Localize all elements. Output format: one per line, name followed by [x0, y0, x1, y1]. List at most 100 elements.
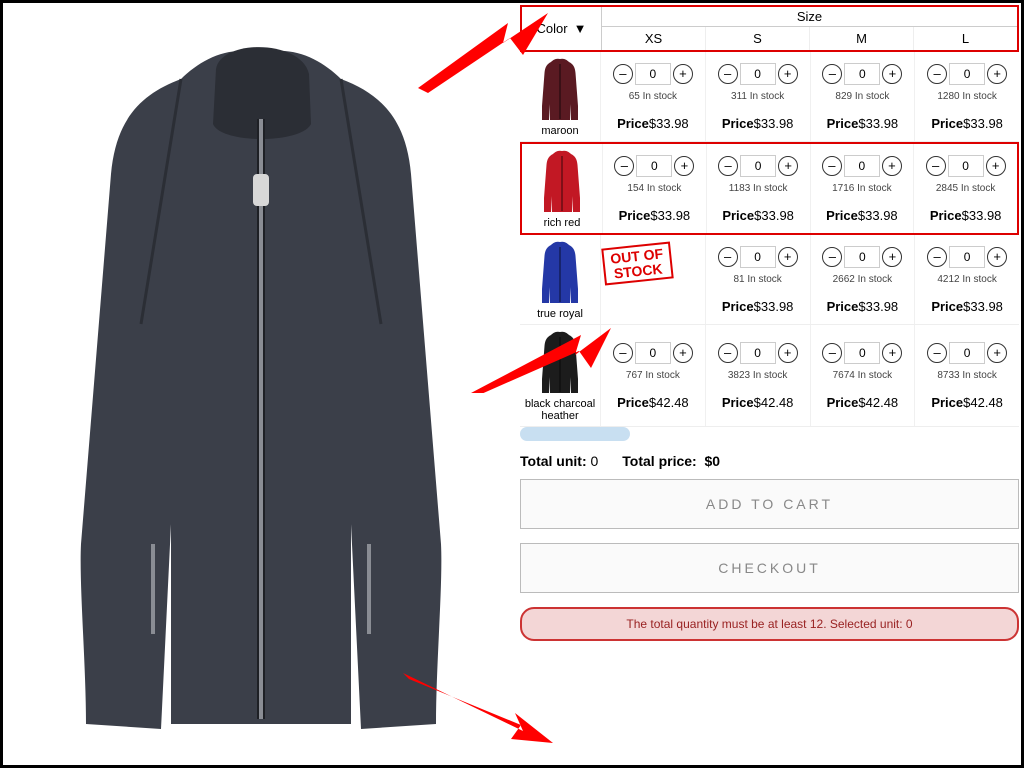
checkout-button[interactable]: CHECKOUT: [520, 543, 1019, 593]
increment-button[interactable]: +: [778, 343, 798, 363]
price-label: Price$33.98: [722, 116, 794, 131]
quantity-stepper: –+: [822, 342, 902, 364]
totals-row: Total unit: 0 Total price: $0: [520, 443, 1019, 479]
price-label: Price$42.48: [617, 395, 689, 410]
increment-button[interactable]: +: [987, 247, 1007, 267]
annotation-arrow-header: [418, 13, 548, 93]
increment-button[interactable]: +: [882, 64, 902, 84]
color-cell: rich red: [522, 144, 602, 233]
decrement-button[interactable]: –: [822, 247, 842, 267]
decrement-button[interactable]: –: [718, 156, 738, 176]
price-label: Price$33.98: [931, 299, 1003, 314]
increment-button[interactable]: +: [882, 247, 902, 267]
decrement-button[interactable]: –: [822, 343, 842, 363]
size-col-xs: XS: [602, 27, 706, 50]
stock-label: 8733 In stock: [937, 370, 996, 381]
quantity-input[interactable]: [740, 246, 776, 268]
decrement-button[interactable]: –: [614, 156, 634, 176]
increment-button[interactable]: +: [673, 64, 693, 84]
quantity-stepper: –+: [822, 155, 902, 177]
quantity-input[interactable]: [740, 342, 776, 364]
stock-label: 4212 In stock: [937, 274, 996, 285]
quantity-input[interactable]: [635, 63, 671, 85]
increment-button[interactable]: +: [986, 156, 1006, 176]
decrement-button[interactable]: –: [927, 343, 947, 363]
price-label: Price$33.98: [827, 299, 899, 314]
quantity-input[interactable]: [949, 342, 985, 364]
price-label: Price$33.98: [617, 116, 689, 131]
quantity-input[interactable]: [949, 63, 985, 85]
quantity-input[interactable]: [740, 63, 776, 85]
size-cell: – +1280 In stock Price$33.98: [914, 52, 1019, 141]
price-label: Price$33.98: [826, 208, 898, 223]
total-price-value: $0: [705, 453, 721, 469]
stock-label: 2845 In stock: [936, 183, 995, 194]
stock-label: 2662 In stock: [833, 274, 892, 285]
increment-button[interactable]: +: [778, 156, 798, 176]
stock-label: 3823 In stock: [728, 370, 787, 381]
decrement-button[interactable]: –: [822, 156, 842, 176]
increment-button[interactable]: +: [987, 64, 1007, 84]
size-cell: –+81 In stockPrice$33.98: [705, 235, 810, 324]
quantity-stepper: –+: [927, 246, 1007, 268]
quantity-input[interactable]: [635, 342, 671, 364]
decrement-button[interactable]: –: [613, 64, 633, 84]
decrement-button[interactable]: –: [718, 343, 738, 363]
quantity-input[interactable]: [844, 155, 880, 177]
decrement-button[interactable]: –: [822, 64, 842, 84]
color-row: rich red–+154 In stockPrice$33.98–+1183 …: [520, 142, 1019, 235]
stock-label: 65 In stock: [629, 91, 677, 102]
size-cell: –+311 In stockPrice$33.98: [705, 52, 810, 141]
increment-button[interactable]: +: [778, 64, 798, 84]
quantity-stepper: –+: [718, 63, 798, 85]
quantity-input[interactable]: [844, 63, 880, 85]
decrement-button[interactable]: –: [927, 64, 947, 84]
increment-button[interactable]: +: [673, 343, 693, 363]
annotation-arrow-error: [403, 673, 553, 753]
size-cell: –+8733 In stockPrice$42.48: [914, 325, 1019, 426]
product-image: [41, 24, 481, 744]
quantity-input[interactable]: [948, 155, 984, 177]
increment-button[interactable]: +: [987, 343, 1007, 363]
error-message: The total quantity must be at least 12. …: [520, 607, 1019, 641]
quantity-input[interactable]: [740, 155, 776, 177]
stock-label: 7674 In stock: [833, 370, 892, 381]
increment-button[interactable]: +: [778, 247, 798, 267]
decrement-button[interactable]: –: [926, 156, 946, 176]
increment-button[interactable]: +: [674, 156, 694, 176]
annotation-arrow-oos: [471, 323, 611, 393]
price-label: Price$33.98: [931, 116, 1003, 131]
total-unit-label: Total unit:: [520, 453, 587, 469]
horizontal-scrollbar-thumb[interactable]: [520, 427, 630, 441]
color-cell: true royal: [520, 235, 600, 324]
size-cell: –+1716 In stockPrice$33.98: [810, 144, 914, 233]
decrement-button[interactable]: –: [718, 247, 738, 267]
quantity-stepper: –+: [718, 342, 798, 364]
color-name: true royal: [537, 308, 583, 320]
size-header-label: Size: [602, 7, 1017, 27]
size-cell: –+2845 In stockPrice$33.98: [913, 144, 1017, 233]
quantity-stepper: –+: [613, 63, 693, 85]
size-cell: –+154 In stockPrice$33.98: [602, 144, 706, 233]
color-name: maroon: [541, 125, 578, 137]
size-cell: – +767 In stock Price$42.48: [600, 325, 705, 426]
size-col-m: M: [810, 27, 914, 50]
price-label: Price$33.98: [722, 299, 794, 314]
decrement-button[interactable]: –: [927, 247, 947, 267]
price-label: Price$42.48: [827, 395, 899, 410]
quantity-input[interactable]: [844, 342, 880, 364]
decrement-button[interactable]: –: [613, 343, 633, 363]
stock-label: 767 In stock: [626, 370, 680, 381]
stock-label: 1280 In stock: [937, 91, 996, 102]
add-to-cart-button[interactable]: ADD TO CART: [520, 479, 1019, 529]
quantity-input[interactable]: [844, 246, 880, 268]
dropdown-icon: ▼: [574, 21, 587, 36]
decrement-button[interactable]: –: [718, 64, 738, 84]
color-row: true royalOUT OFSTOCK–+81 In stockPrice$…: [520, 235, 1019, 325]
quantity-input[interactable]: [949, 246, 985, 268]
increment-button[interactable]: +: [882, 156, 902, 176]
quantity-input[interactable]: [636, 155, 672, 177]
grid-header: Color ▼ Size XS S M L: [520, 5, 1019, 52]
stock-label: 829 In stock: [835, 91, 889, 102]
increment-button[interactable]: +: [882, 343, 902, 363]
